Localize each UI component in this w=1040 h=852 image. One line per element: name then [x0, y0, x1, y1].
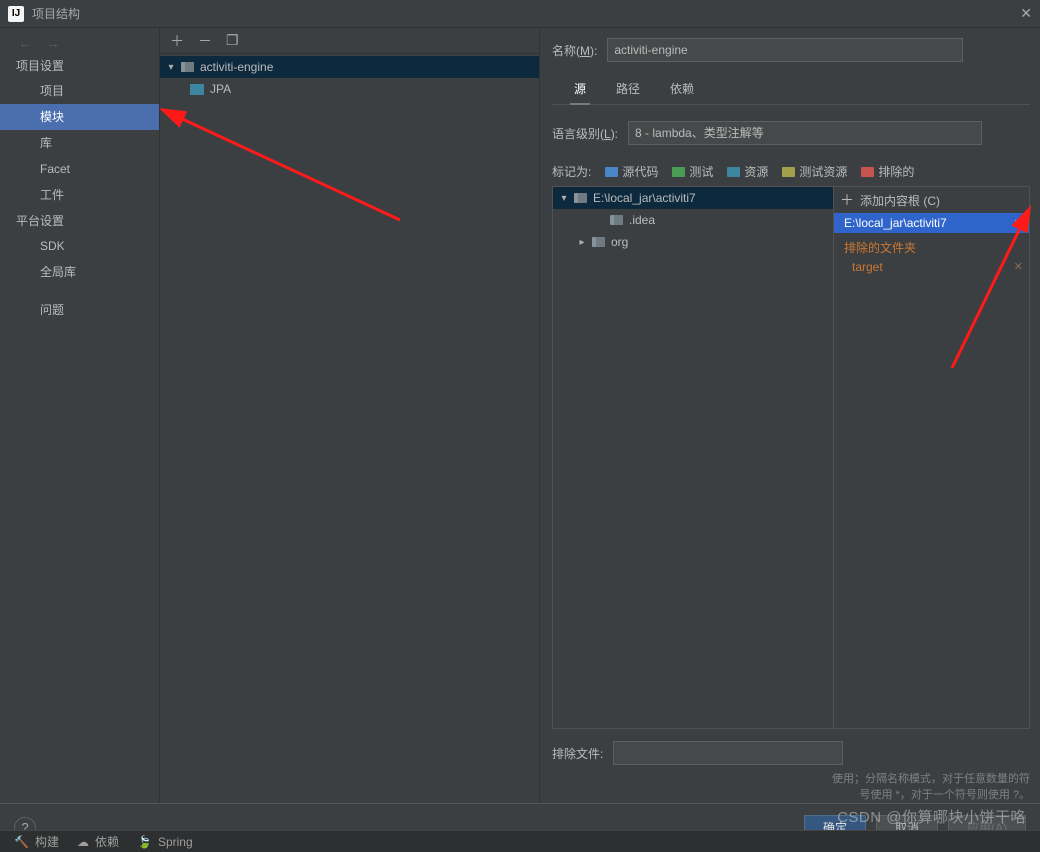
close-icon[interactable]: ✕	[1018, 5, 1034, 22]
language-level-select[interactable]: 8 - lambda、类型注解等	[628, 121, 982, 145]
folder-icon	[609, 213, 623, 227]
mark-as-label: 标记为:	[552, 163, 591, 180]
mark-source-button[interactable]: 源代码	[605, 163, 658, 180]
content-root-tree: ▾ E:\local_jar\activiti7 ▾ .idea ▸ org	[552, 186, 834, 729]
folder-idea[interactable]: ▾ .idea	[553, 209, 833, 231]
facet-item-jpa[interactable]: JPA	[160, 78, 539, 100]
settings-sidebar: ← → 项目设置 项目 模块 库 Facet 工件 平台设置 SDK 全局库 问…	[0, 28, 160, 803]
folder-org[interactable]: ▸ org	[553, 231, 833, 253]
titlebar: IJ 项目结构 ✕	[0, 0, 1040, 28]
ide-bottom-tabs: 🔨 构建 ☁ 依赖 🍃 Spring	[0, 830, 1040, 852]
module-item-activiti-engine[interactable]: ▾ activiti-engine	[160, 56, 539, 78]
content-roots-panel: ＋ 添加内容根 (C) E:\local_jar\activiti7 ✕ 排除的…	[834, 186, 1030, 729]
sidebar-item-project[interactable]: 项目	[0, 78, 159, 104]
excluded-folders-label: 排除的文件夹	[834, 233, 1029, 258]
exclude-hint: 使用；分隔名称模式，对于任意数量的符 号使用 *，对于一个符号则使用 ?。	[552, 771, 1030, 803]
chevron-right-icon[interactable]: ▸	[575, 237, 589, 248]
chevron-down-icon[interactable]: ▾	[557, 193, 571, 204]
bottom-tab-spring[interactable]: 🍃 Spring	[137, 835, 193, 849]
folder-icon	[573, 191, 587, 205]
module-name-input[interactable]	[607, 38, 963, 62]
sidebar-item-modules[interactable]: 模块	[0, 104, 159, 130]
jpa-icon	[190, 84, 204, 95]
sidebar-item-global-libs[interactable]: 全局库	[0, 259, 159, 285]
content-root-path: E:\local_jar\activiti7	[593, 191, 696, 205]
exclude-files-label: 排除文件:	[552, 745, 603, 762]
tab-dependencies[interactable]: 依赖	[666, 76, 698, 104]
copy-module-icon[interactable]: ❐	[226, 32, 239, 49]
name-label: 名称(M):	[552, 42, 597, 59]
module-detail-panel: 名称(M): 源 路径 依赖 语言级别(L): 8 - lambda、类型注解等…	[540, 28, 1040, 803]
module-label: activiti-engine	[200, 60, 273, 74]
section-project-settings: 项目设置	[0, 53, 159, 78]
selected-content-root[interactable]: E:\local_jar\activiti7 ✕	[834, 213, 1029, 233]
modules-list-panel: ＋ － ❐ ▾ activiti-engine JPA	[160, 28, 540, 803]
sidebar-item-sdk[interactable]: SDK	[0, 233, 159, 259]
section-platform-settings: 平台设置	[0, 208, 159, 233]
tab-sources[interactable]: 源	[570, 76, 590, 105]
remove-root-icon[interactable]: ✕	[1014, 217, 1023, 230]
excluded-folder-target[interactable]: target ✕	[834, 258, 1029, 276]
remove-module-icon[interactable]: －	[198, 31, 212, 51]
facet-label: JPA	[210, 82, 231, 96]
bottom-tab-deps[interactable]: ☁ 依赖	[77, 833, 119, 850]
remove-excluded-icon[interactable]: ✕	[1014, 260, 1023, 273]
sidebar-item-facet[interactable]: Facet	[0, 156, 159, 182]
app-icon: IJ	[8, 6, 24, 22]
module-tabs: 源 路径 依赖	[552, 76, 1030, 105]
sidebar-item-issues[interactable]: 问题	[0, 297, 159, 323]
add-content-root-label[interactable]: 添加内容根 (C)	[860, 192, 940, 209]
forward-icon[interactable]: →	[46, 35, 60, 51]
window-title: 项目结构	[32, 5, 1018, 22]
module-icon	[180, 60, 194, 74]
mark-test-button[interactable]: 测试	[672, 163, 713, 180]
mark-excluded-button[interactable]: 排除的	[861, 163, 914, 180]
tab-paths[interactable]: 路径	[612, 76, 644, 104]
mark-resource-button[interactable]: 资源	[727, 163, 768, 180]
add-content-root-icon[interactable]: ＋	[840, 190, 854, 210]
language-level-label: 语言级别(L):	[552, 125, 618, 142]
bottom-tab-build[interactable]: 🔨 构建	[14, 833, 59, 850]
add-module-icon[interactable]: ＋	[170, 31, 184, 51]
sidebar-item-libraries[interactable]: 库	[0, 130, 159, 156]
chevron-down-icon[interactable]: ▾	[164, 62, 178, 73]
back-icon[interactable]: ←	[18, 35, 32, 51]
folder-icon	[591, 235, 605, 249]
content-root-row[interactable]: ▾ E:\local_jar\activiti7	[553, 187, 833, 209]
mark-test-resource-button[interactable]: 测试资源	[782, 163, 847, 180]
sidebar-item-artifacts[interactable]: 工件	[0, 182, 159, 208]
exclude-files-input[interactable]	[613, 741, 843, 765]
